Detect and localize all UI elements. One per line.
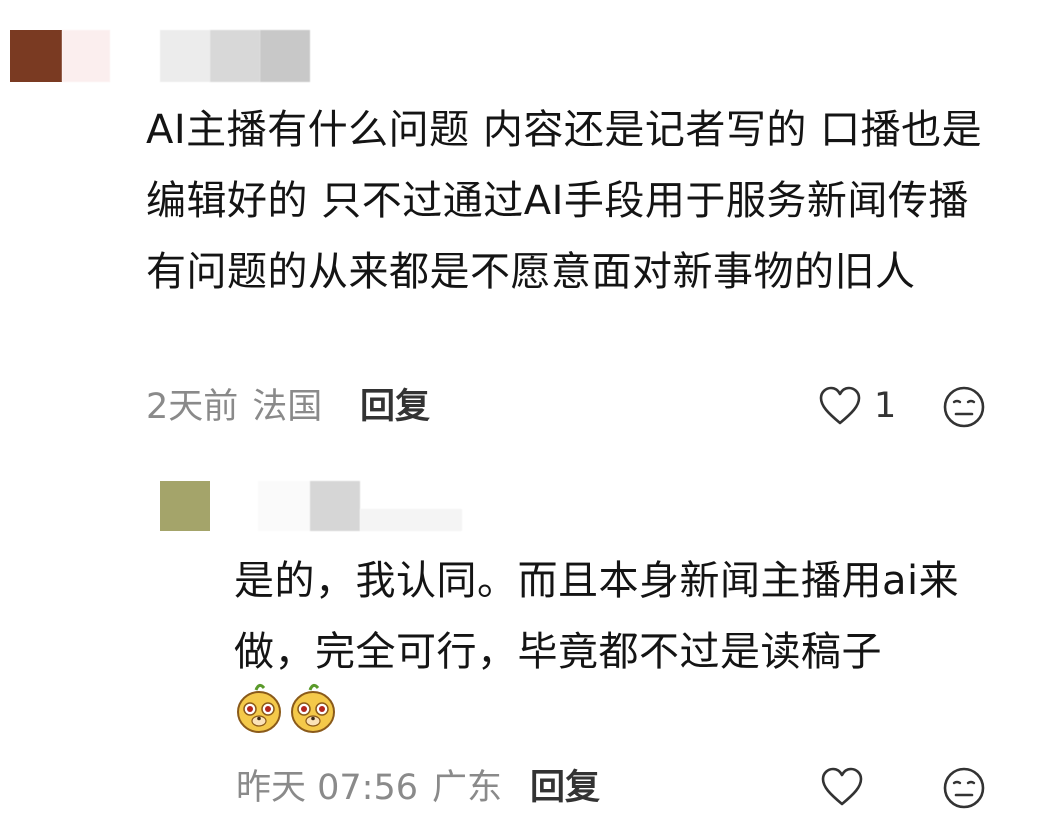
cartoon-dog-emoji-icon	[288, 682, 338, 734]
comment-like-button[interactable]: 1	[818, 385, 896, 427]
comment-avatar[interactable]	[10, 30, 62, 82]
reply-time: 昨天 07:56	[236, 768, 418, 808]
reply-reply-button[interactable]: 回复	[530, 768, 600, 808]
reply-dislike-button[interactable]	[942, 766, 986, 810]
comment-dislike-button[interactable]	[942, 385, 986, 429]
comment-time: 2天前	[146, 387, 239, 427]
comment-text: AI主播有什么问题 内容还是记者写的 口播也是编辑好的 只不过通过AI手段用于服…	[146, 107, 983, 295]
comment-location: 法国	[252, 387, 323, 427]
reply-meta: 昨天 07:56 广东	[236, 768, 502, 808]
meh-face-icon	[942, 766, 986, 810]
comment-reply-button[interactable]: 回复	[360, 387, 430, 427]
reply-avatar[interactable]	[160, 481, 210, 531]
comment-username[interactable]	[160, 30, 310, 82]
reply-like-button[interactable]	[820, 766, 864, 808]
heart-outline-icon	[820, 766, 864, 808]
cartoon-dog-emoji-icon	[234, 682, 284, 734]
avatar-pixel-mosaic	[62, 30, 110, 82]
heart-outline-icon	[818, 385, 862, 427]
meh-face-icon	[942, 385, 986, 429]
comment-meta: 2天前 法国	[146, 387, 322, 427]
reply-text: 是的，我认同。而且本身新闻主播用ai来做，完全可行，毕竟都不过是读稿子	[234, 558, 960, 675]
reply-location: 广东	[432, 768, 503, 808]
like-count: 1	[874, 386, 897, 426]
reply-username[interactable]	[258, 481, 468, 533]
reply-emoji-row	[234, 682, 338, 734]
